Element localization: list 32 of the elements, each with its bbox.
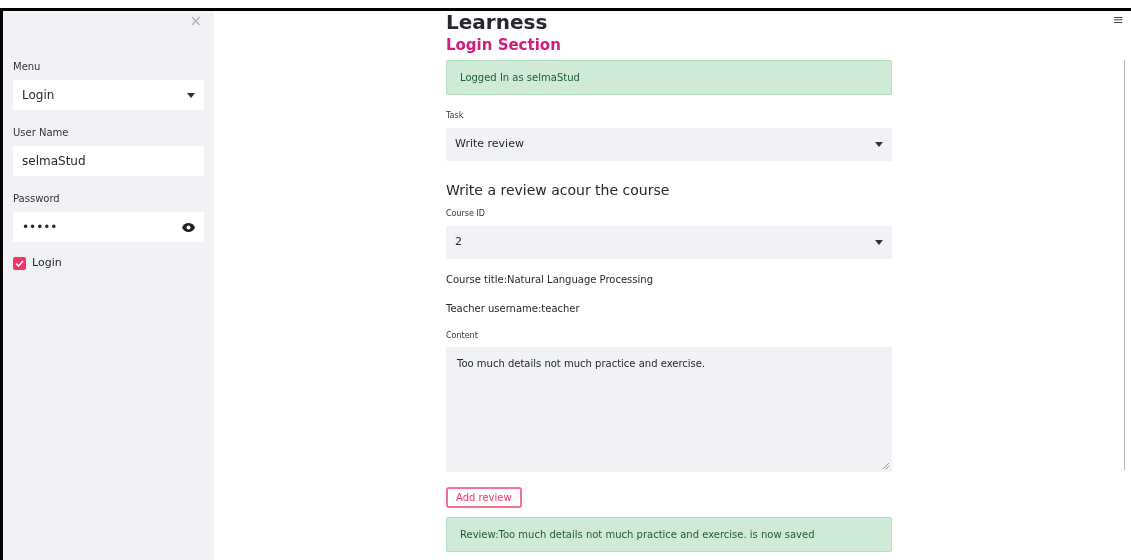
course-title-text: Course title:Natural Language Processing — [446, 273, 654, 287]
field-label: Task — [446, 110, 465, 122]
section-title: Login Section — [446, 36, 562, 54]
password-field[interactable]: ••••• — [13, 212, 204, 242]
caret-icon — [875, 142, 883, 147]
success-alert: Logged In as selmaStud — [446, 60, 892, 95]
select-value: 2 — [455, 234, 462, 251]
menu-icon[interactable]: ≡ — [1113, 13, 1124, 27]
resize-handle-icon[interactable] — [883, 463, 889, 469]
checkbox[interactable] — [13, 256, 26, 270]
select-value: Login — [22, 87, 55, 104]
section-heading: Write a review acour the course — [446, 182, 671, 199]
select-value: Write review — [455, 136, 524, 153]
field-label: Course ID — [446, 208, 486, 220]
eye-icon[interactable] — [182, 222, 195, 232]
username-field[interactable]: selmaStud — [13, 146, 204, 176]
task-select[interactable]: Write review — [446, 128, 892, 161]
check-icon — [15, 259, 24, 267]
field-label: Menu — [13, 60, 42, 74]
success-alert: Review:Too much details not much practice and exercise. is now saved — [446, 517, 892, 552]
app-title: Learness — [446, 11, 549, 33]
teacher-text: Teacher username:teacher — [446, 302, 581, 316]
checkbox-label: Login — [32, 255, 62, 271]
caret-icon — [875, 240, 883, 245]
menu-select[interactable]: Login — [13, 80, 204, 110]
content-textarea[interactable]: Too much details not much practice and exercise. — [446, 347, 892, 472]
field-label: Password — [13, 192, 61, 206]
course-select[interactable]: 2 — [446, 226, 892, 259]
caret-icon — [187, 92, 195, 98]
field-label: User Name — [13, 126, 70, 140]
add-review-button[interactable]: Add review — [446, 487, 522, 508]
field-label: Content — [446, 330, 479, 342]
